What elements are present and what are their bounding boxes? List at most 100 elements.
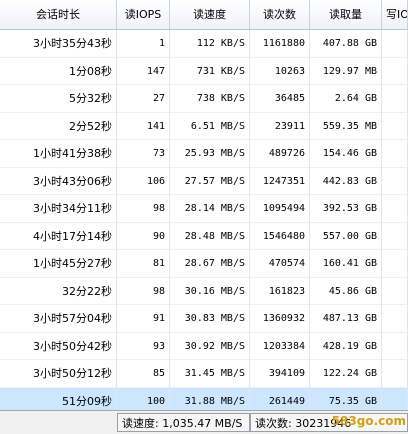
table-row[interactable]: 3小时50分42秒 93 30.92 MB/S 1203384 428.19 GB	[0, 332, 408, 360]
cell-duration: 4小时17分14秒	[0, 222, 117, 250]
cell-amount: 122.24 GB	[310, 360, 382, 388]
table-row[interactable]: 1小时45分27秒 81 28.67 MB/S 470574 160.41 GB	[0, 250, 408, 278]
cell-duration: 3小时50分42秒	[0, 332, 117, 360]
column-header-read-amount[interactable]: 读取量	[310, 0, 382, 29]
table-row[interactable]: 3小时50分12秒 85 31.45 MB/S 394109 122.24 GB	[0, 360, 408, 388]
table-row[interactable]: 1小时41分38秒 73 25.93 MB/S 489726 154.46 GB	[0, 140, 408, 168]
cell-amount: 559.35 MB	[310, 112, 382, 140]
cell-duration: 3小时35分43秒	[0, 30, 117, 58]
cell-iops: 98	[117, 277, 170, 305]
cell-count: 1161880	[250, 30, 310, 58]
cell-amount: 487.13 GB	[310, 305, 382, 333]
cell-write-io	[382, 85, 408, 113]
table-row[interactable]: 2分52秒 141 6.51 MB/S 23911 559.35 MB	[0, 112, 408, 140]
cell-iops: 147	[117, 57, 170, 85]
cell-speed: 30.16 MB/S	[170, 277, 250, 305]
cell-amount: 45.86 GB	[310, 277, 382, 305]
cell-speed: 27.57 MB/S	[170, 167, 250, 195]
cell-iops: 85	[117, 360, 170, 388]
cell-duration: 3小时57分04秒	[0, 305, 117, 333]
cell-iops: 1	[117, 30, 170, 58]
cell-iops: 98	[117, 195, 170, 223]
cell-speed: 731 KB/S	[170, 57, 250, 85]
cell-speed: 28.14 MB/S	[170, 195, 250, 223]
cell-iops: 106	[117, 167, 170, 195]
cell-write-io	[382, 30, 408, 58]
cell-duration: 1小时45分27秒	[0, 250, 117, 278]
cell-count: 1360932	[250, 305, 310, 333]
cell-write-io	[382, 250, 408, 278]
table-row[interactable]: 3小时35分43秒 1 112 KB/S 1161880 407.88 GB	[0, 30, 408, 58]
cell-amount: 407.88 GB	[310, 30, 382, 58]
cell-amount: 154.46 GB	[310, 140, 382, 168]
cell-speed: 738 KB/S	[170, 85, 250, 113]
cell-write-io	[382, 305, 408, 333]
table-row[interactable]: 4小时17分14秒 90 28.48 MB/S 1546480 557.00 GB	[0, 222, 408, 250]
table-row[interactable]: 3小时34分11秒 98 28.14 MB/S 1095494 392.53 GB	[0, 195, 408, 223]
table-row[interactable]: 5分32秒 27 738 KB/S 36485 2.64 GB	[0, 85, 408, 113]
table-row[interactable]: 32分22秒 98 30.16 MB/S 161823 45.86 GB	[0, 277, 408, 305]
cell-count: 1247351	[250, 167, 310, 195]
cell-duration: 5分32秒	[0, 85, 117, 113]
column-header-read-count[interactable]: 读次数	[250, 0, 310, 29]
cell-amount: 129.97 MB	[310, 57, 382, 85]
cell-duration: 1小时41分38秒	[0, 140, 117, 168]
cell-count: 489726	[250, 140, 310, 168]
cell-amount: 2.64 GB	[310, 85, 382, 113]
cell-iops: 81	[117, 250, 170, 278]
status-read-speed: 读速度: 1,035.47 MB/S	[117, 413, 250, 432]
cell-amount: 442.83 GB	[310, 167, 382, 195]
cell-iops: 93	[117, 332, 170, 360]
cell-iops: 90	[117, 222, 170, 250]
cell-count: 1203384	[250, 332, 310, 360]
column-header-session-duration[interactable]: 会话时长	[0, 0, 117, 29]
cell-amount: 557.00 GB	[310, 222, 382, 250]
cell-amount: 160.41 GB	[310, 250, 382, 278]
column-header-read-iops[interactable]: 读IOPS	[117, 0, 170, 29]
table-row[interactable]: 3小时57分04秒 91 30.83 MB/S 1360932 487.13 GB	[0, 305, 408, 333]
cell-write-io	[382, 332, 408, 360]
cell-speed: 31.45 MB/S	[170, 360, 250, 388]
cell-count: 1546480	[250, 222, 310, 250]
cell-write-io	[382, 360, 408, 388]
cell-speed: 28.67 MB/S	[170, 250, 250, 278]
column-header-write-io[interactable]: 写IO	[382, 0, 408, 29]
cell-duration: 3小时34分11秒	[0, 195, 117, 223]
cell-amount: 392.53 GB	[310, 195, 382, 223]
cell-speed: 25.93 MB/S	[170, 140, 250, 168]
cell-iops: 27	[117, 85, 170, 113]
cell-write-io	[382, 277, 408, 305]
cell-write-io	[382, 222, 408, 250]
cell-count: 1095494	[250, 195, 310, 223]
cell-duration: 2分52秒	[0, 112, 117, 140]
column-header-read-speed[interactable]: 读速度	[170, 0, 250, 29]
watermark-logo: 583go.com	[331, 414, 406, 428]
cell-count: 10263	[250, 57, 310, 85]
table-row[interactable]: 3小时43分06秒 106 27.57 MB/S 1247351 442.83 GB	[0, 167, 408, 195]
cell-speed: 6.51 MB/S	[170, 112, 250, 140]
cell-duration: 1分08秒	[0, 57, 117, 85]
cell-write-io	[382, 167, 408, 195]
cell-iops: 141	[117, 112, 170, 140]
cell-count: 394109	[250, 360, 310, 388]
cell-speed: 28.48 MB/S	[170, 222, 250, 250]
cell-amount: 428.19 GB	[310, 332, 382, 360]
cell-count: 23911	[250, 112, 310, 140]
cell-speed: 112 KB/S	[170, 30, 250, 58]
cell-duration: 32分22秒	[0, 277, 117, 305]
cell-iops: 91	[117, 305, 170, 333]
table-row[interactable]: 1分08秒 147 731 KB/S 10263 129.97 MB	[0, 57, 408, 85]
cell-count: 161823	[250, 277, 310, 305]
cell-duration: 3小时50分12秒	[0, 360, 117, 388]
cell-duration: 3小时43分06秒	[0, 167, 117, 195]
cell-write-io	[382, 57, 408, 85]
cell-speed: 30.92 MB/S	[170, 332, 250, 360]
table-header: 会话时长 读IOPS 读速度 读次数 读取量 写IO	[0, 0, 408, 30]
status-bar: 读速度: 1,035.47 MB/S 读次数: 30231946 583go.c…	[0, 410, 408, 434]
cell-count: 470574	[250, 250, 310, 278]
cell-iops: 73	[117, 140, 170, 168]
cell-write-io	[382, 195, 408, 223]
cell-write-io	[382, 140, 408, 168]
cell-count: 36485	[250, 85, 310, 113]
cell-write-io	[382, 112, 408, 140]
